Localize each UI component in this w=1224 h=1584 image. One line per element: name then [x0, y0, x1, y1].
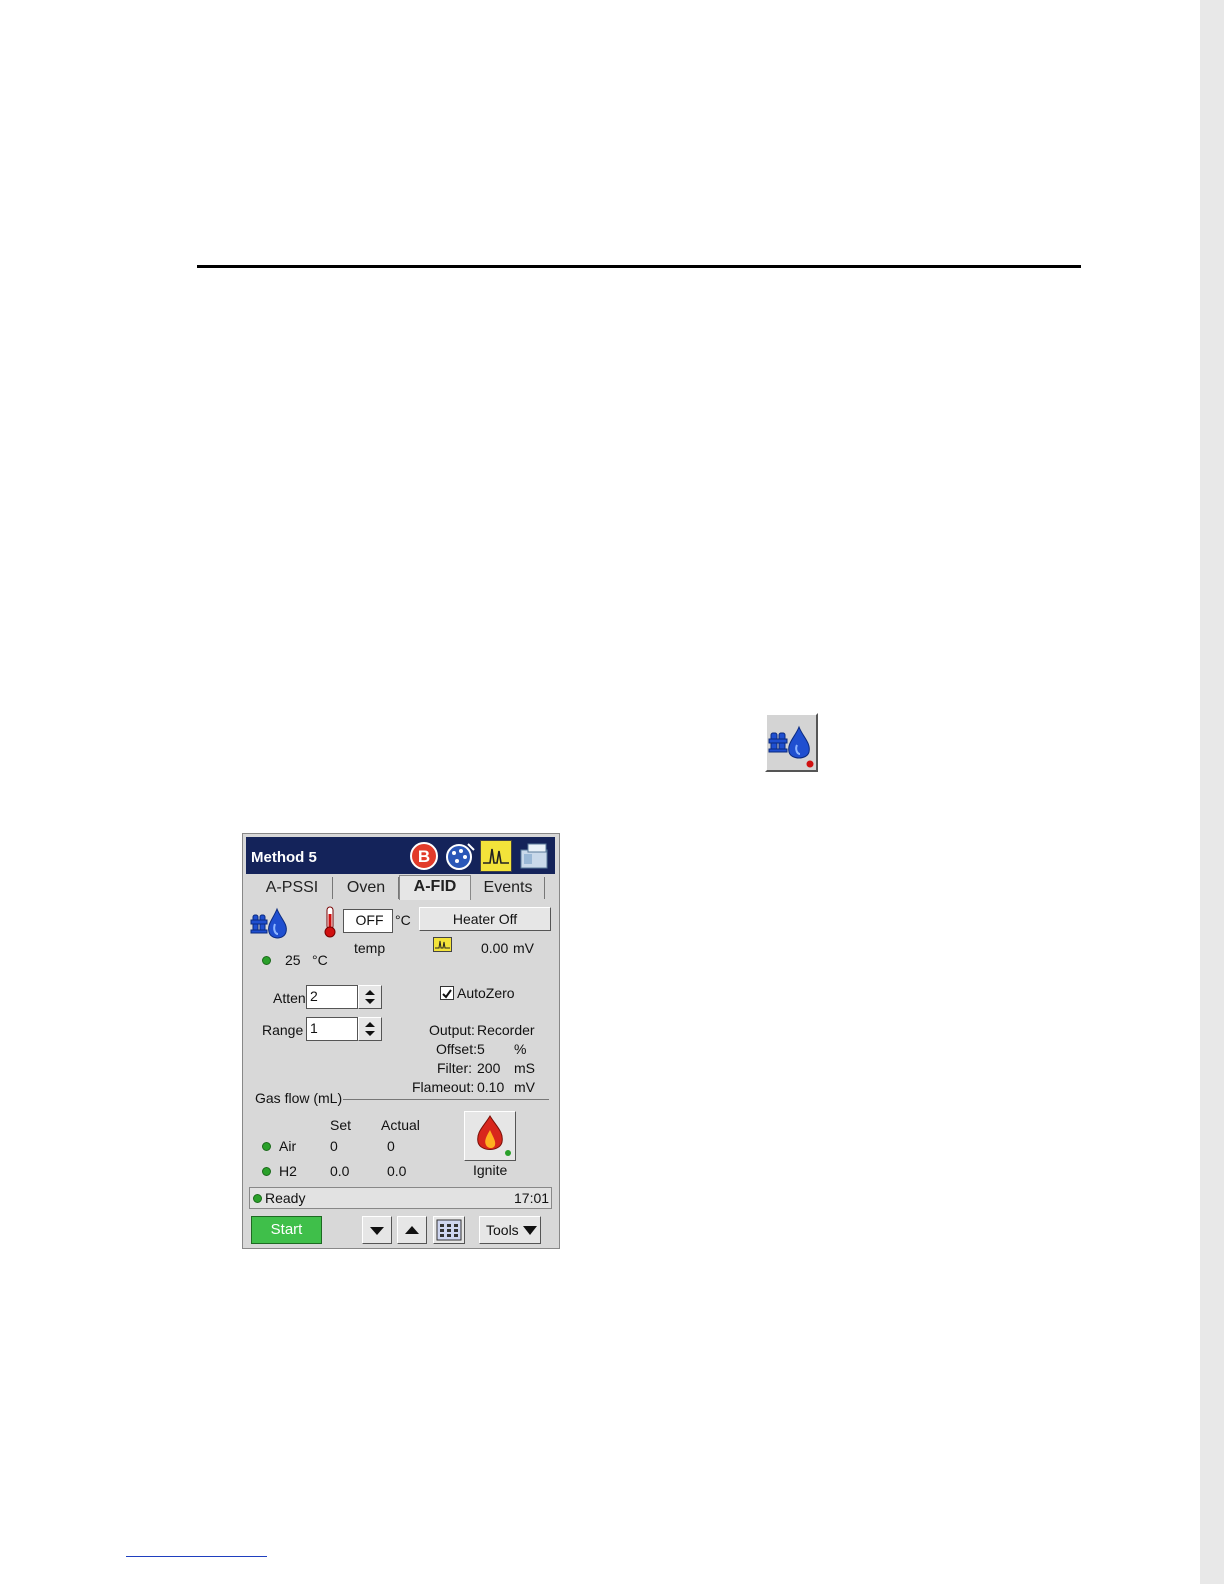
signal-unit: mV	[513, 940, 534, 956]
gas-flow-heading: Gas flow (mL)	[255, 1090, 343, 1106]
ready-status-led	[253, 1194, 262, 1203]
range-label: Range	[262, 1022, 304, 1038]
offset-label: Offset:	[436, 1041, 477, 1057]
autozero-label: AutoZero	[457, 985, 515, 1001]
tab-oven[interactable]: Oven	[334, 877, 399, 899]
page-edge-bar	[1200, 0, 1224, 1584]
start-button[interactable]: Start	[251, 1216, 322, 1244]
section-rule	[197, 265, 1081, 268]
temp-label: temp	[354, 940, 386, 956]
filter-unit: mS	[514, 1060, 535, 1076]
actual-temp-unit: °C	[312, 952, 328, 968]
status-time: 17:01	[514, 1190, 550, 1206]
atten-input[interactable]: 2	[306, 985, 358, 1009]
tools-menu-button[interactable]: Tools	[479, 1216, 541, 1244]
signal-icon[interactable]	[480, 840, 512, 872]
ignite-label: Ignite	[473, 1162, 508, 1178]
ignite-button[interactable]	[464, 1111, 516, 1161]
signal-value: 0.00	[481, 940, 509, 956]
thermometer-icon	[323, 906, 337, 943]
offset-unit: %	[514, 1041, 527, 1057]
output-label: Output:	[429, 1022, 475, 1038]
signal-small-icon	[433, 937, 452, 952]
gc-method-screen: Method 5 B A-PSSI Oven A-FID Events OFF …	[242, 833, 560, 1249]
filter-value: 200	[477, 1060, 501, 1076]
air-status-led	[262, 1142, 271, 1151]
range-input[interactable]: 1	[306, 1017, 358, 1041]
tab-events[interactable]: Events	[472, 877, 545, 899]
flameout-unit: mV	[514, 1079, 535, 1095]
h2-set-value: 0.0	[330, 1163, 350, 1179]
valve-icon[interactable]	[444, 840, 476, 872]
footer-link-underline	[126, 1556, 267, 1557]
air-actual-value: 0	[387, 1138, 395, 1154]
keypad-button[interactable]	[433, 1216, 465, 1244]
keypad-icon	[436, 1219, 462, 1241]
range-stepper[interactable]	[358, 1017, 382, 1041]
instrument-icon[interactable]	[518, 840, 550, 872]
atten-label: Atten	[273, 990, 306, 1006]
bypass-icon[interactable]: B	[408, 840, 440, 872]
h2-label: H2	[279, 1163, 297, 1179]
autozero-checkbox[interactable]	[440, 986, 454, 1000]
gas-col-actual: Actual	[381, 1117, 420, 1133]
temp-unit: °C	[395, 912, 411, 928]
flameout-value: 0.10	[477, 1079, 505, 1095]
temp-setpoint-input[interactable]: OFF	[343, 909, 393, 933]
output-value: Recorder	[477, 1022, 535, 1038]
chevron-down-icon	[523, 1226, 537, 1235]
tab-bar: A-PSSI Oven A-FID Events	[246, 875, 555, 900]
h2-status-led	[262, 1167, 271, 1176]
heater-off-button[interactable]: Heater Off	[419, 907, 551, 931]
atten-stepper[interactable]	[358, 985, 382, 1009]
actual-temp-value: 25	[285, 952, 301, 968]
tab-a-pssi[interactable]: A-PSSI	[252, 877, 333, 899]
status-text: Ready	[265, 1190, 306, 1206]
flameout-label: Flameout:	[412, 1079, 475, 1095]
tools-label: Tools	[486, 1222, 519, 1238]
status-bar: Ready 17:01	[249, 1187, 552, 1209]
detector-status-led	[262, 956, 271, 965]
scroll-down-button[interactable]	[362, 1216, 392, 1244]
h2-actual-value: 0.0	[387, 1163, 407, 1179]
scroll-up-button[interactable]	[397, 1216, 427, 1244]
fid-detector-button[interactable]	[765, 713, 818, 772]
filter-label: Filter:	[437, 1060, 472, 1076]
flame-icon	[477, 1115, 511, 1156]
air-set-value: 0	[330, 1138, 338, 1154]
gas-flow-divider	[343, 1099, 549, 1100]
title-bar: Method 5 B	[246, 837, 555, 874]
gas-col-set: Set	[330, 1117, 352, 1133]
method-title: Method 5	[251, 849, 317, 866]
tab-a-fid[interactable]: A-FID	[399, 875, 471, 900]
svg-text:B: B	[418, 847, 430, 866]
arrow-up-icon	[405, 1226, 419, 1234]
detector-flame-icon	[250, 906, 288, 947]
offset-value: 5	[477, 1041, 485, 1057]
fid-detector-icon	[768, 725, 814, 768]
arrow-down-icon	[370, 1227, 384, 1235]
air-label: Air	[279, 1138, 297, 1154]
